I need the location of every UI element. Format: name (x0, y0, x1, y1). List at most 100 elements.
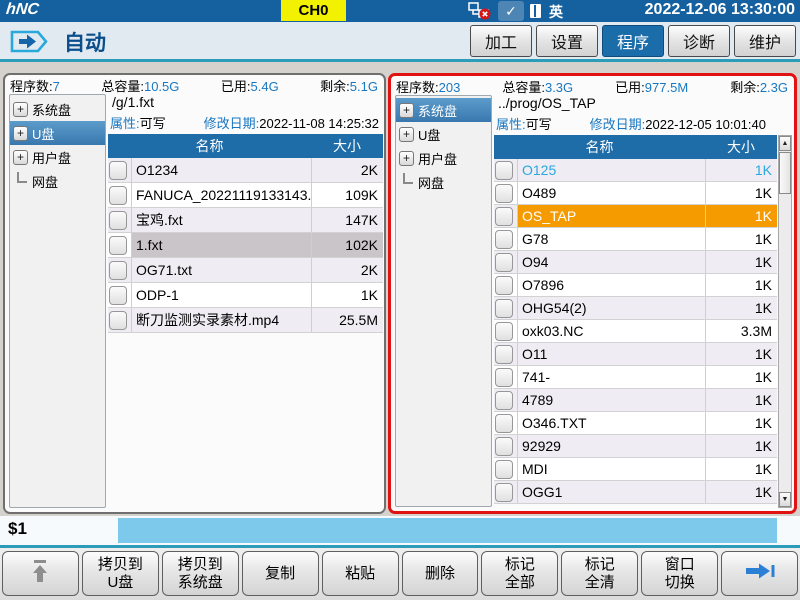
copy-to-system-button[interactable]: 拷贝到 系统盘 (162, 551, 239, 596)
delete-button[interactable]: 删除 (402, 551, 479, 596)
copy-to-usb-button[interactable]: 拷贝到 U盘 (82, 551, 159, 596)
OGG1[interactable]: OGG1 1K (494, 481, 777, 504)
paste-button[interactable]: 粘贴 (322, 551, 399, 596)
hnc-logo: hNC (5, 1, 40, 19)
copy-button[interactable]: 复制 (242, 551, 319, 596)
language-indicator: 英 (549, 2, 563, 22)
mark-checkbox[interactable] (109, 236, 127, 255)
panel-stats: 程序数:203 总容量:3.3G 已用:977.5M 剩余:2.3G (391, 76, 794, 94)
G78[interactable]: G78 1K (494, 228, 777, 251)
mark-checkbox[interactable] (495, 437, 513, 456)
table-header: 名称 大小 (494, 135, 777, 159)
tree-item-net-disk[interactable]: + 网盘 (10, 169, 105, 193)
mark-checkbox[interactable] (495, 253, 513, 272)
file-attributes: 属性:可写修改日期:2022-12-05 10:01:40 (494, 114, 777, 135)
OG71.txt[interactable]: OG71.txt 2K (108, 258, 383, 283)
O346.TXT[interactable]: O346.TXT 1K (494, 412, 777, 435)
mode-bar: 自动 加工 设置 程序 诊断 维护 (0, 22, 800, 59)
expand-icon[interactable]: + (13, 102, 28, 117)
OS_TAP[interactable]: OS_TAP 1K (494, 205, 777, 228)
mark-checkbox[interactable] (109, 286, 127, 305)
divider-top (0, 59, 800, 62)
mark-checkbox[interactable] (495, 207, 513, 226)
expand-icon[interactable]: + (399, 151, 414, 166)
mark-checkbox[interactable] (495, 483, 513, 502)
mark-checkbox[interactable] (495, 161, 513, 180)
tab-program[interactable]: 程序 (602, 25, 664, 57)
741-[interactable]: 741- 1K (494, 366, 777, 389)
宝鸡.fxt[interactable]: 宝鸡.fxt 147K (108, 208, 383, 233)
up-to-top-icon (28, 558, 52, 588)
file-panel-right-focused: 程序数:203 总容量:3.3G 已用:977.5M 剩余:2.3G + 系统盘… (388, 73, 797, 514)
switch-window-button[interactable]: 窗口 切换 (641, 551, 718, 596)
mark-checkbox[interactable] (109, 161, 127, 180)
file-panel-left: 程序数:7 总容量:10.5G 已用:5.4G 剩余:5.1G + 系统盘 + … (3, 73, 386, 514)
tab-maintenance[interactable]: 维护 (734, 25, 796, 57)
tree-item-system-disk[interactable]: + 系统盘 (396, 98, 491, 122)
O125[interactable]: O125 1K (494, 159, 777, 182)
expand-icon[interactable]: + (399, 103, 414, 118)
scroll-down-icon[interactable]: ▼ (779, 492, 791, 507)
expand-icon[interactable]: + (13, 126, 28, 141)
mark-checkbox[interactable] (495, 391, 513, 410)
tree-item-user-disk[interactable]: + 用户盘 (10, 145, 105, 169)
tree-branch-line (403, 173, 413, 184)
tree-item-usb-disk[interactable]: + U盘 (396, 122, 491, 146)
next-button[interactable] (721, 551, 798, 596)
tab-settings[interactable]: 设置 (536, 25, 598, 57)
program-count: 203 (439, 80, 461, 95)
O94[interactable]: O94 1K (494, 251, 777, 274)
tab-machining[interactable]: 加工 (470, 25, 532, 57)
1.fxt[interactable]: 1.fxt 102K (108, 233, 383, 258)
status-ok-icon: ✓ (498, 1, 524, 21)
4789[interactable]: 4789 1K (494, 389, 777, 412)
oxk03.NC[interactable]: oxk03.NC 3.3M (494, 320, 777, 343)
tree-item-usb-disk[interactable]: + U盘 (10, 121, 105, 145)
O1234[interactable]: O1234 2K (108, 158, 383, 183)
OHG54(2)[interactable]: OHG54(2) 1K (494, 297, 777, 320)
tab-diagnosis[interactable]: 诊断 (668, 25, 730, 57)
O489[interactable]: O489 1K (494, 182, 777, 205)
expand-icon[interactable]: + (13, 150, 28, 165)
mark-checkbox[interactable] (109, 211, 127, 230)
O7896[interactable]: O7896 1K (494, 274, 777, 297)
scrollbar[interactable]: ▲ ▼ (778, 135, 792, 508)
command-input[interactable] (118, 518, 777, 543)
network-disconnected-icon (468, 2, 492, 20)
disk-tree: + 系统盘 + U盘 + 用户盘 + (9, 94, 106, 508)
auto-mode-icon (10, 30, 48, 53)
mark-checkbox[interactable] (495, 368, 513, 387)
ODP-1[interactable]: ODP-1 1K (108, 283, 383, 308)
tree-item-system-disk[interactable]: + 系统盘 (10, 97, 105, 121)
mark-checkbox[interactable] (495, 230, 513, 249)
status-bar: hNC CH0 ✓ 英 2022-12-06 13:30:00 (0, 0, 800, 22)
clear-marks-button[interactable]: 标记 全清 (561, 551, 638, 596)
断刀监测实录素材.mp4[interactable]: 断刀监测实录素材.mp4 25.5M (108, 308, 383, 333)
free-capacity: 5.1G (350, 79, 378, 94)
mark-checkbox[interactable] (495, 184, 513, 203)
mark-checkbox[interactable] (495, 299, 513, 318)
panel-stats: 程序数:7 总容量:10.5G 已用:5.4G 剩余:5.1G (5, 75, 384, 93)
mark-checkbox[interactable] (495, 345, 513, 364)
mark-checkbox[interactable] (495, 414, 513, 433)
tree-item-user-disk[interactable]: + 用户盘 (396, 146, 491, 170)
expand-icon[interactable]: + (399, 127, 414, 142)
input-method-icon (530, 4, 541, 18)
MDI[interactable]: MDI 1K (494, 458, 777, 481)
FANUCA_20221119133143.C...[interactable]: FANUCA_20221119133143.C... 109K (108, 183, 383, 208)
scroll-up-icon[interactable]: ▲ (779, 136, 791, 151)
scrollbar-thumb[interactable] (779, 152, 791, 194)
top-button[interactable] (2, 551, 79, 596)
current-path: /g/1.fxt (108, 94, 383, 113)
mark-checkbox[interactable] (109, 186, 127, 205)
mark-checkbox[interactable] (109, 311, 127, 330)
92929[interactable]: 92929 1K (494, 435, 777, 458)
O11[interactable]: O11 1K (494, 343, 777, 366)
mark-all-button[interactable]: 标记 全部 (481, 551, 558, 596)
mark-checkbox[interactable] (495, 322, 513, 341)
tree-item-net-disk[interactable]: + 网盘 (396, 170, 491, 194)
file-list-area: /g/1.fxt 属性:可写修改日期:2022-11-08 14:25:32 名… (108, 94, 383, 511)
mark-checkbox[interactable] (495, 276, 513, 295)
mark-checkbox[interactable] (495, 460, 513, 479)
mark-checkbox[interactable] (109, 261, 127, 280)
